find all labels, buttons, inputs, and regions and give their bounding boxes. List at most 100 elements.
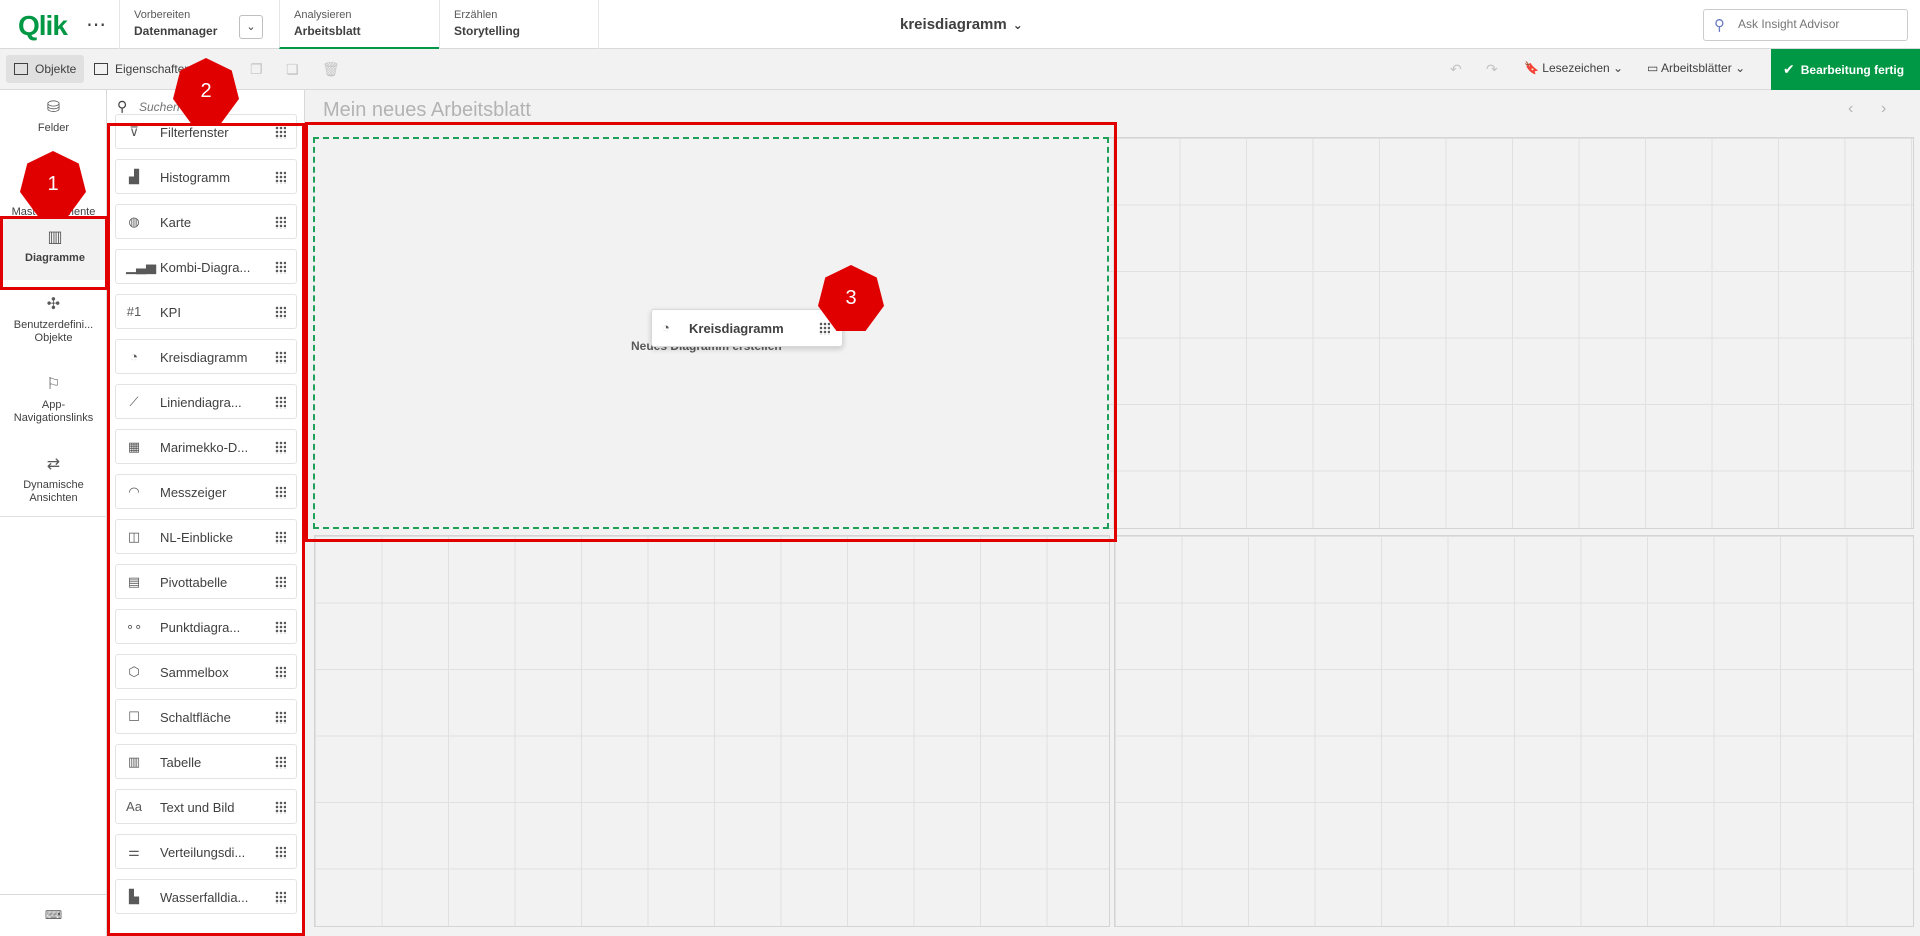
dragged-chart-label: Kreisdiagramm [689,321,784,336]
chart-item-label: Schaltfläche [160,710,231,725]
drag-handle-icon[interactable] [275,216,286,229]
dragged-chart-item[interactable]: ◔ Kreisdiagramm [651,309,843,347]
drag-handle-icon[interactable] [275,306,286,319]
database-icon: ⛁ [46,99,61,116]
sidebar-item-navigation-links[interactable]: ⚐ App-Navigationslinks [0,377,107,437]
done-editing-button[interactable]: ✔ Bearbeitung fertig [1771,49,1920,90]
drag-handle-icon [819,322,830,335]
drag-handle-icon[interactable] [275,396,286,409]
chart-item-label: Verteilungsdi... [160,845,246,860]
drag-handle-icon[interactable] [275,351,286,364]
top-navigation-bar: Qlik ⋯ Vorbereiten Datenmanager ⌄ Analys… [0,0,1920,49]
next-sheet-icon[interactable]: › [1881,100,1886,118]
chart-item-label: Liniendiagra... [160,395,242,410]
chart-item[interactable]: ▁▃▅ Kombi-Diagra... [115,249,297,284]
chevron-down-icon: ⌄ [1012,18,1023,32]
delete-icon[interactable]: 🗑 [322,61,340,78]
button-icon: ☐ [128,709,140,724]
sidebar-item-custom-objects[interactable]: ✣ Benutzerdefini... Objekte [0,297,107,357]
chart-item[interactable]: ◍ Karte [115,204,297,239]
search-icon: ⚲ [1714,17,1725,34]
drag-handle-icon[interactable] [275,891,286,904]
chart-item[interactable]: ▙ Wasserfalldia... [115,879,297,914]
drag-handle-icon[interactable] [275,756,286,769]
chevron-down-icon: ⌄ [1735,61,1746,75]
app-title[interactable]: kreisdiagramm ⌄ [900,16,1023,33]
waterfall-icon: ▙ [129,889,139,904]
drag-handle-icon[interactable] [275,711,286,724]
chart-item-label: KPI [160,305,181,320]
chart-item[interactable]: ⚌ Verteilungsdi... [115,834,297,869]
chart-item[interactable]: ▤ Pivottabelle [115,564,297,599]
kpi-icon: #1 [126,304,142,319]
copy-icon[interactable]: ❐ [250,61,263,78]
table-icon: ▥ [127,754,141,769]
sheets-button[interactable]: ▭ Arbeitsblätter ⌄ [1647,61,1745,75]
insight-advisor-input[interactable] [1738,17,1898,31]
chart-item[interactable]: ▦ Marimekko-D... [115,429,297,464]
panel-left-icon [14,63,28,75]
sidebar-item-label: App-Navigationslinks [13,399,94,424]
chevron-down-icon: ⌄ [1613,61,1624,75]
redo-icon[interactable]: ↷ [1486,61,1498,78]
filter-icon: ⊽ [129,124,139,139]
app-title-text: kreisdiagramm [900,16,1007,33]
chart-item[interactable]: ◠ Messzeiger [115,474,297,509]
chart-item-label: Karte [160,215,192,230]
drag-handle-icon[interactable] [275,666,286,679]
grid-cell-bottom-right[interactable] [1114,535,1914,927]
chart-item[interactable]: ⬡ Sammelbox [115,654,297,689]
chart-item[interactable]: ▥ Tabelle [115,744,297,779]
more-options-icon[interactable]: ⋯ [86,12,106,37]
objects-toggle-button[interactable]: Objekte [6,55,85,83]
chart-item[interactable]: ☐ Schaltfläche [115,699,297,734]
drag-handle-icon[interactable] [275,261,286,274]
sheet-title[interactable]: Mein neues Arbeitsblatt [323,99,531,122]
tab-narrate-caption: Erzählen [454,9,498,21]
chart-item[interactable]: ∘∘ Punktdiagra... [115,609,297,644]
signpost-icon: ⚐ [46,376,61,393]
sidebar-item-charts[interactable]: ▥ Diagramme [0,218,107,280]
chevron-down-icon[interactable]: ⌄ [239,15,263,39]
sidebar-item-label: Felder [37,122,70,134]
drag-handle-icon[interactable] [275,621,286,634]
tab-narrate[interactable]: Erzählen Storytelling [439,0,599,49]
tab-analyze[interactable]: Analysieren Arbeitsblatt [279,0,439,49]
gauge-icon: ◠ [128,484,140,499]
sidebar-item-label: Dynamische Ansichten [23,479,84,504]
drag-handle-icon[interactable] [275,531,286,544]
nl-insights-icon: ◫ [127,529,141,544]
chart-item[interactable]: ▟ Histogramm [115,159,297,194]
tab-analyze-label: Arbeitsblatt [294,24,361,38]
drag-handle-icon[interactable] [275,846,286,859]
scatter-icon: ∘∘ [126,619,143,634]
qlik-logo[interactable]: Qlik [18,10,68,42]
sidebar-item-dynamic-views[interactable]: ⇄ Dynamische Ansichten [0,457,107,517]
chart-item[interactable]: ◔ Kreisdiagramm [115,339,297,374]
script-editor-button[interactable]: ⌨ [0,894,107,936]
drag-handle-icon[interactable] [275,486,286,499]
undo-icon[interactable]: ↶ [1450,61,1462,78]
puzzle-icon: ✣ [46,296,61,313]
bookmarks-button[interactable]: 🔖 Lesezeichen ⌄ [1524,61,1623,75]
previous-sheet-icon[interactable]: ‹ [1848,100,1853,118]
line-chart-icon: ⟋ [129,394,139,409]
drag-handle-icon[interactable] [275,171,286,184]
drag-handle-icon[interactable] [275,801,286,814]
sheets-label: Arbeitsblätter [1661,61,1732,75]
chart-item-label: Sammelbox [160,665,229,680]
sidebar-item-fields[interactable]: ⛁ Felder [0,100,107,156]
chart-item[interactable]: ◫ NL-Einblicke [115,519,297,554]
chart-item[interactable]: Aa Text und Bild [115,789,297,824]
grid-cell-bottom-left[interactable] [314,535,1110,927]
tab-narrate-label: Storytelling [454,24,521,38]
chart-item-label: Kombi-Diagra... [160,260,251,275]
drag-handle-icon[interactable] [275,126,286,139]
chart-item[interactable]: #1 KPI [115,294,297,329]
drag-handle-icon[interactable] [275,441,286,454]
chart-item[interactable]: ⟋ Liniendiagra... [115,384,297,419]
paste-icon[interactable]: ❏ [286,61,299,78]
insight-advisor-search[interactable]: ⚲ [1703,9,1908,41]
drag-handle-icon[interactable] [275,576,286,589]
refresh-icon: ⇄ [46,456,61,473]
